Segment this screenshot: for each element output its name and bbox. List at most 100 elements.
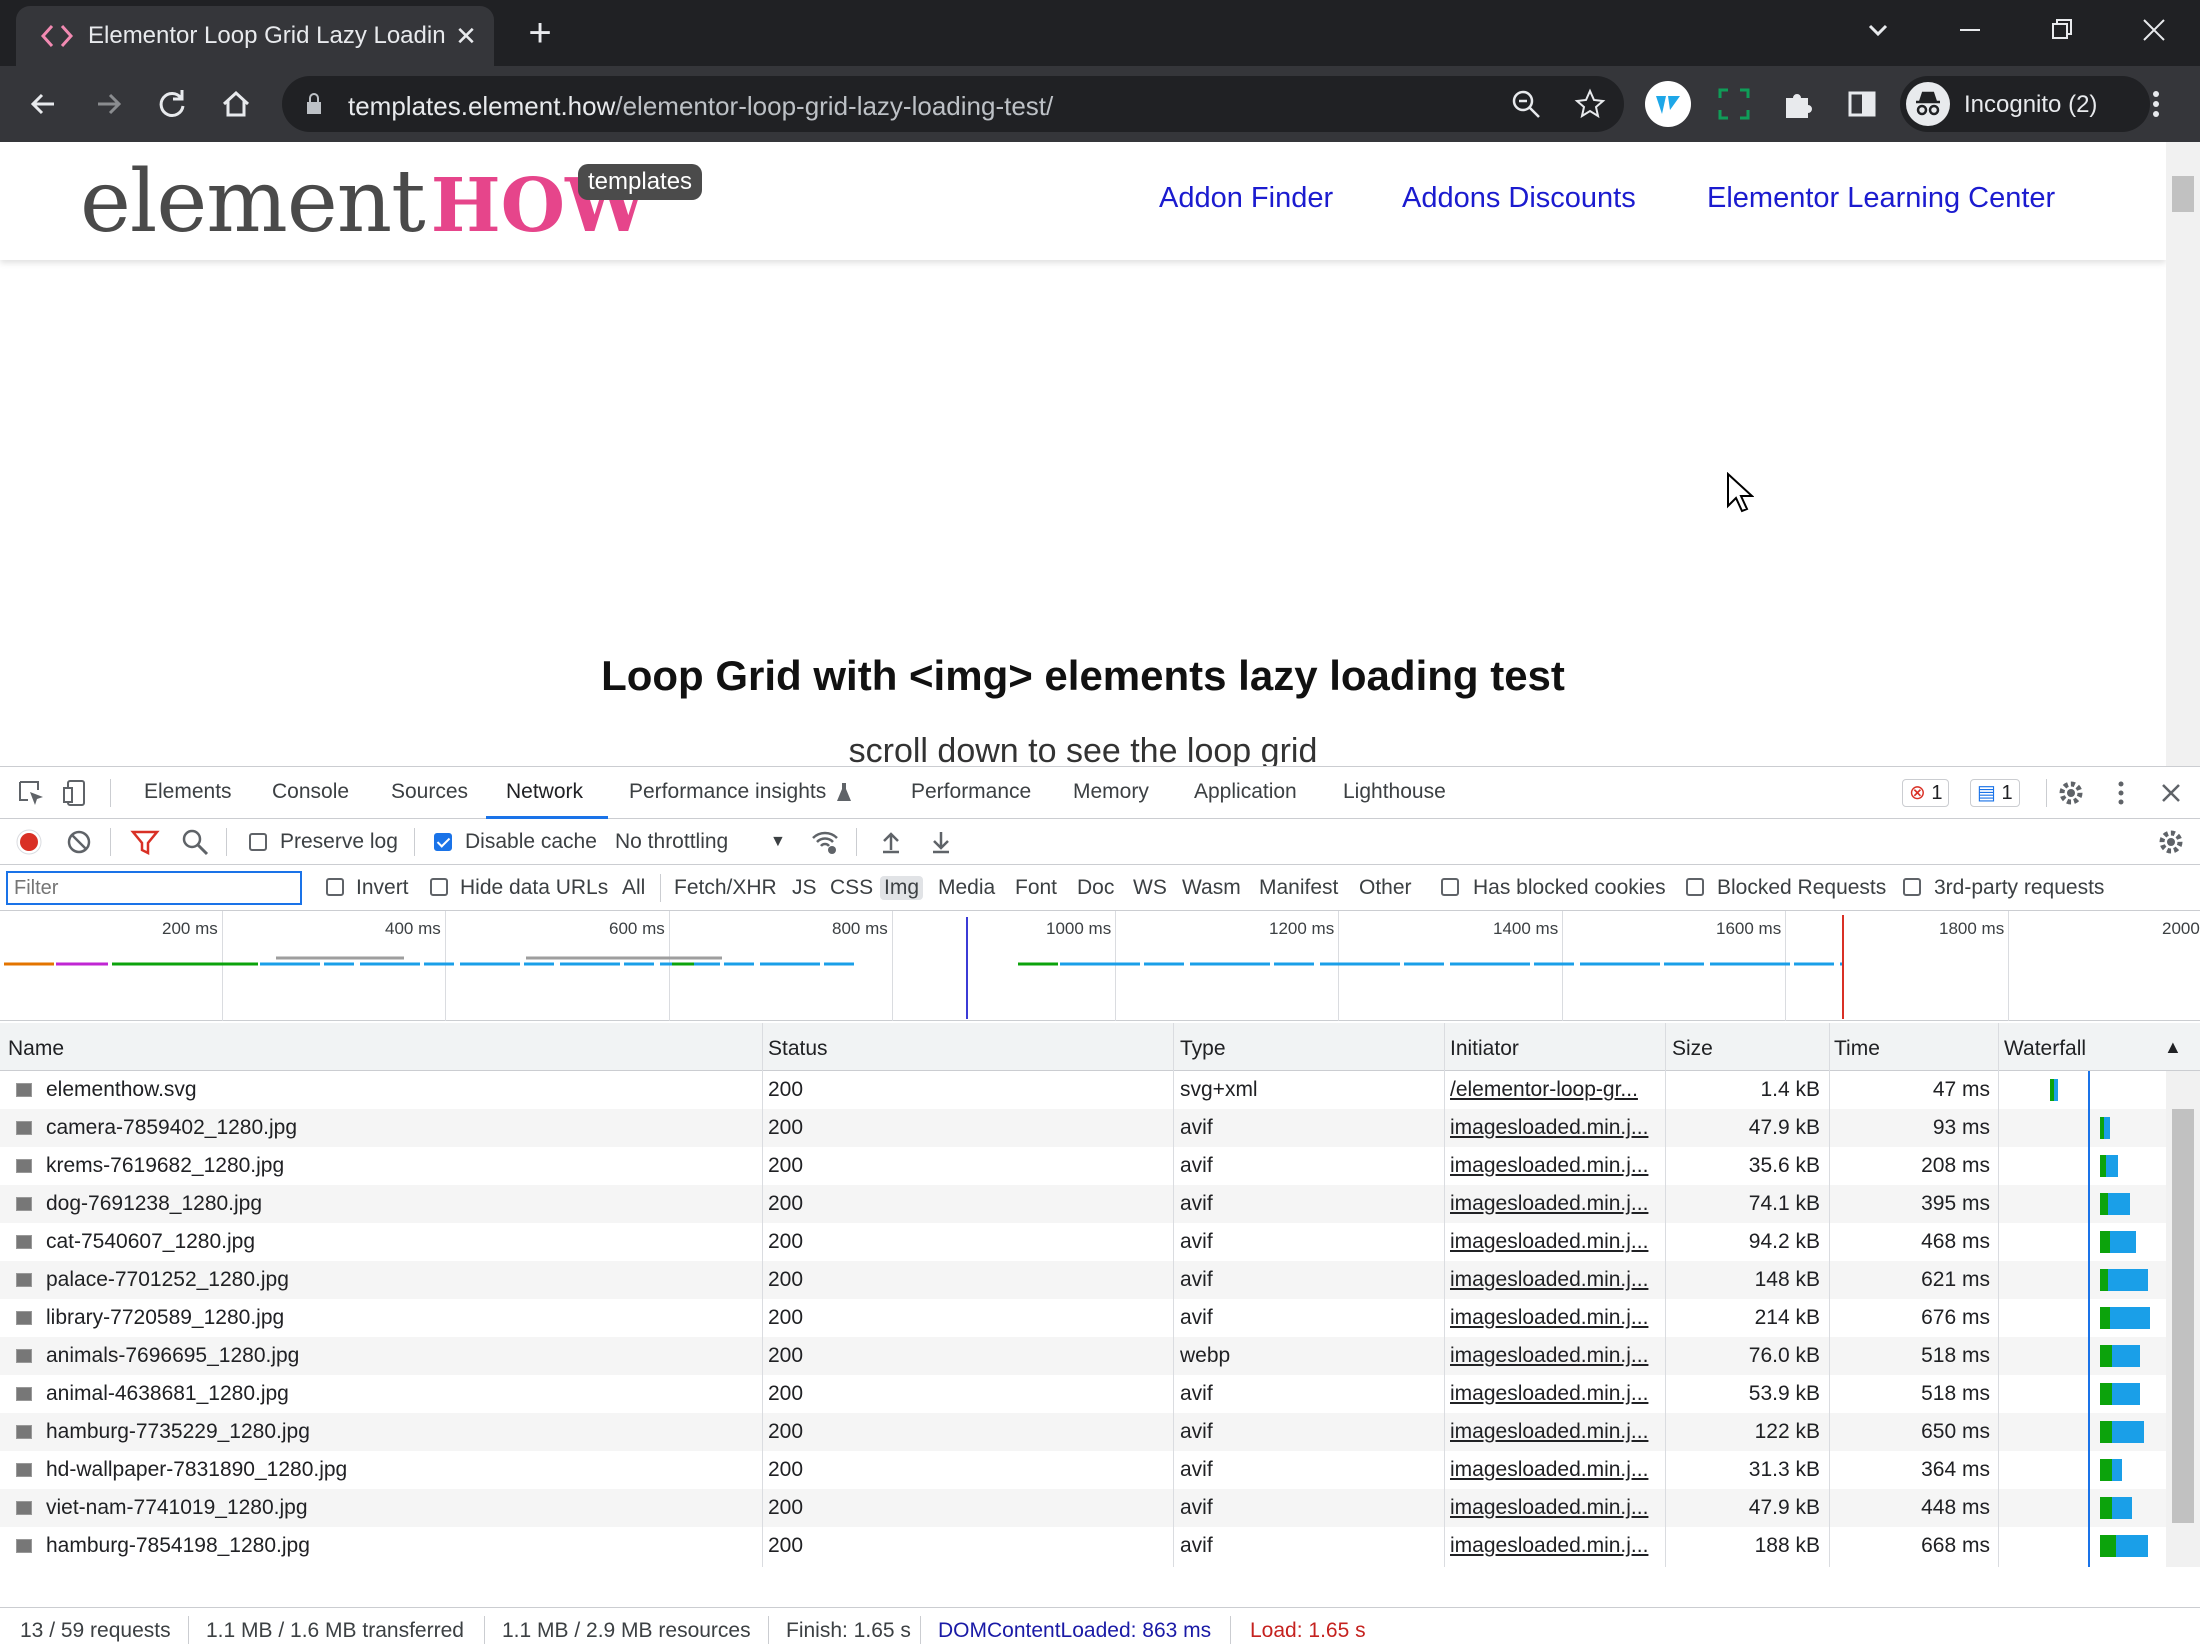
table-row[interactable]: animal-4638681_1280.jpg 200 avif imagesload… [0, 1375, 2166, 1413]
column-divider[interactable] [1665, 1023, 1666, 1567]
nav-link-learning-center[interactable]: Elementor Learning Center [1707, 182, 2055, 215]
import-har-icon[interactable] [876, 827, 906, 857]
nav-link-addon-finder[interactable]: Addon Finder [1159, 182, 1333, 215]
request-initiator-link[interactable]: imagesloaded.min.j... [1450, 1382, 1648, 1406]
request-initiator-link[interactable]: imagesloaded.min.j... [1450, 1344, 1648, 1368]
request-initiator-link[interactable]: imagesloaded.min.j... [1450, 1458, 1648, 1482]
table-row[interactable]: elementhow.svg 200 svg+xml/elementor-loop-… [0, 1071, 2166, 1109]
tab-search-icon[interactable] [1858, 12, 1898, 48]
incognito-profile-button[interactable]: Incognito (2) [1900, 76, 2150, 132]
close-tab-icon[interactable]: ✕ [450, 20, 482, 52]
column-divider[interactable] [762, 1023, 763, 1567]
request-name[interactable]: hamburg-7854198_1280.jpg [46, 1534, 310, 1558]
type-filter-media[interactable]: Media [938, 876, 995, 900]
column-header-size[interactable]: Size [1672, 1037, 1713, 1061]
waterfall-waiting-bar[interactable] [2100, 1459, 2112, 1481]
site-logo[interactable]: element HOW [80, 152, 648, 252]
inspect-element-icon[interactable] [16, 778, 46, 808]
page-scrollbar-thumb[interactable] [2172, 176, 2194, 212]
waterfall-download-bar[interactable] [2110, 1231, 2136, 1253]
search-icon[interactable] [180, 827, 210, 857]
export-har-icon[interactable] [926, 827, 956, 857]
type-filter-fetch-xhr[interactable]: Fetch/XHR [674, 876, 777, 900]
table-row[interactable]: library-7720589_1280.jpg 200 avif imagesloa… [0, 1299, 2166, 1337]
table-row[interactable]: animals-7696695_1280.jpg 200 webp imagesloa… [0, 1337, 2166, 1375]
tab-elements[interactable]: Elements [144, 780, 232, 804]
hide-data-urls-checkbox[interactable] [430, 878, 448, 896]
tab-sources[interactable]: Sources [391, 780, 468, 804]
table-row[interactable]: cat-7540607_1280.jpg 200 avif imagesloaded.… [0, 1223, 2166, 1261]
column-header-status[interactable]: Status [768, 1037, 828, 1061]
waterfall-download-bar[interactable] [2116, 1535, 2148, 1557]
sort-arrow-icon[interactable]: ▲ [2164, 1037, 2182, 1058]
tab-application[interactable]: Application [1194, 780, 1297, 804]
waterfall-download-bar[interactable] [2112, 1459, 2122, 1481]
request-name[interactable]: cat-7540607_1280.jpg [46, 1230, 255, 1254]
request-name[interactable]: hd-wallpaper-7831890_1280.jpg [46, 1458, 347, 1482]
extension-vpn-icon[interactable] [1644, 80, 1692, 128]
side-panel-icon[interactable] [1842, 84, 1882, 124]
waterfall-download-bar[interactable] [2054, 1079, 2058, 1101]
request-name[interactable]: palace-7701252_1280.jpg [46, 1268, 289, 1292]
type-filter-js[interactable]: JS [792, 876, 817, 900]
waterfall-waiting-bar[interactable] [2100, 1421, 2112, 1443]
request-name[interactable]: viet-nam-7741019_1280.jpg [46, 1496, 308, 1520]
column-divider[interactable] [1998, 1023, 1999, 1567]
disable-cache-checkbox[interactable] [434, 833, 452, 851]
request-name[interactable]: animals-7696695_1280.jpg [46, 1344, 299, 1368]
waterfall-waiting-bar[interactable] [2100, 1307, 2110, 1329]
request-name[interactable]: dog-7691238_1280.jpg [46, 1192, 262, 1216]
column-header-type[interactable]: Type [1180, 1037, 1226, 1061]
waterfall-waiting-bar[interactable] [2100, 1231, 2110, 1253]
browser-menu-icon[interactable] [2136, 84, 2176, 124]
settings-gear-icon[interactable] [2056, 778, 2086, 808]
type-filter-all[interactable]: All [622, 876, 645, 900]
forward-icon[interactable] [88, 84, 128, 124]
network-conditions-icon[interactable] [810, 827, 840, 857]
waterfall-download-bar[interactable] [2112, 1345, 2140, 1367]
bookmark-star-icon[interactable] [1574, 88, 1606, 120]
column-header-initiator[interactable]: Initiator [1450, 1037, 1519, 1061]
blocked-cookies-checkbox[interactable] [1441, 878, 1459, 896]
network-overview-timeline[interactable]: 200 ms 400 ms 600 ms 800 ms 1000 ms 1200… [0, 911, 2200, 1021]
message-count-badge[interactable]: ▤ 1 [1970, 779, 2020, 807]
extensions-puzzle-icon[interactable] [1778, 84, 1818, 124]
waterfall-download-bar[interactable] [2108, 1193, 2130, 1215]
waterfall-download-bar[interactable] [2106, 1155, 2118, 1177]
type-filter-css[interactable]: CSS [830, 876, 873, 900]
table-row[interactable]: palace-7701252_1280.jpg 200 avif imagesload… [0, 1261, 2166, 1299]
new-tab-button[interactable]: + [520, 13, 560, 54]
request-initiator-link[interactable]: imagesloaded.min.j... [1450, 1154, 1648, 1178]
tab-lighthouse[interactable]: Lighthouse [1343, 780, 1446, 804]
page-scrollbar[interactable] [2166, 142, 2200, 766]
request-initiator-link[interactable]: imagesloaded.min.j... [1450, 1230, 1648, 1254]
request-initiator-link[interactable]: imagesloaded.min.j... [1450, 1116, 1648, 1140]
device-toolbar-icon[interactable] [62, 778, 92, 808]
type-filter-manifest[interactable]: Manifest [1259, 876, 1338, 900]
tab-console[interactable]: Console [272, 780, 349, 804]
close-devtools-icon[interactable] [2156, 778, 2186, 808]
waterfall-download-bar[interactable] [2110, 1307, 2150, 1329]
nav-link-addons-discounts[interactable]: Addons Discounts [1402, 182, 1636, 215]
request-initiator-link[interactable]: imagesloaded.min.j... [1450, 1306, 1648, 1330]
browser-tab[interactable]: Elementor Loop Grid Lazy Loadin ✕ [16, 6, 494, 66]
filter-input[interactable] [6, 871, 302, 905]
request-name[interactable]: animal-4638681_1280.jpg [46, 1382, 289, 1406]
filter-icon[interactable] [130, 827, 160, 857]
waterfall-download-bar[interactable] [2104, 1117, 2110, 1139]
invert-checkbox[interactable] [326, 878, 344, 896]
blocked-requests-checkbox[interactable] [1686, 878, 1704, 896]
waterfall-waiting-bar[interactable] [2100, 1193, 2108, 1215]
network-settings-gear-icon[interactable] [2156, 827, 2186, 857]
table-row[interactable]: hamburg-7854198_1280.jpg 200 avif imagesloa… [0, 1527, 2166, 1565]
tab-network[interactable]: Network [506, 780, 583, 804]
waterfall-download-bar[interactable] [2112, 1421, 2144, 1443]
table-row[interactable]: dog-7691238_1280.jpg 200 avif imagesloaded.… [0, 1185, 2166, 1223]
reload-icon[interactable] [152, 84, 192, 124]
request-initiator-link[interactable]: imagesloaded.min.j... [1450, 1496, 1648, 1520]
column-divider[interactable] [1444, 1023, 1445, 1567]
url-text[interactable]: templates.element.how/elementor-loop-gri… [348, 91, 1053, 122]
throttling-select[interactable]: No throttling [615, 830, 728, 854]
waterfall-waiting-bar[interactable] [2100, 1535, 2116, 1557]
home-icon[interactable] [216, 84, 256, 124]
